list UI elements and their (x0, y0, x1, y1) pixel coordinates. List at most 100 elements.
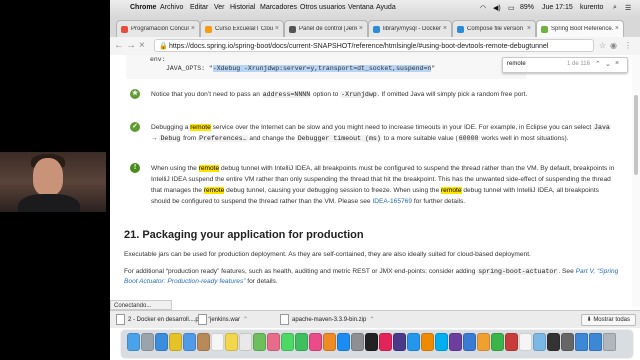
scrollbar[interactable] (632, 55, 640, 307)
tip-text: Debugging a remote service over the Inte… (151, 124, 611, 142)
battery-percent: 89% (520, 4, 535, 11)
menu-historial[interactable]: Historial (230, 4, 255, 11)
show-all-downloads-button[interactable]: ⬇ Mostrar todas (580, 314, 636, 326)
close-icon[interactable]: × (359, 25, 363, 32)
menu-ver[interactable]: Ver (214, 4, 225, 11)
idea-issue-link[interactable]: IDEA-165769 (372, 198, 412, 205)
maps-icon[interactable] (253, 333, 266, 351)
download-shelf: 2 - Docker en desarroll....pdf ⌃ jenkins.… (110, 310, 640, 328)
menu-marcadores[interactable]: Marcadores (260, 4, 297, 11)
eclipse-icon[interactable] (393, 333, 406, 351)
volume-icon[interactable]: ◀) (493, 4, 501, 12)
battery-icon[interactable]: ▭ (508, 4, 515, 12)
mail-icon[interactable] (183, 333, 196, 351)
section-heading: 21. Packaging your application for produ… (124, 229, 364, 241)
page-content: env: JAVA_OPTS: "-Xdebug -Xrunjdwp:serve… (110, 55, 640, 307)
tab-label: Compose file version 2... (467, 26, 525, 32)
finder-icon[interactable] (127, 333, 140, 351)
back-icon[interactable]: ← (114, 40, 124, 51)
close-icon[interactable]: × (615, 60, 619, 67)
clock[interactable]: Jue 17:15 (542, 4, 573, 11)
forward-icon[interactable]: → (126, 40, 136, 51)
presenter-shirt (18, 194, 80, 212)
status-bubble: Conectando... (110, 300, 172, 310)
docker-icon[interactable] (407, 333, 420, 351)
textedit-icon[interactable] (519, 333, 532, 351)
ibooks-icon[interactable] (323, 333, 336, 351)
search-icon[interactable]: ⌕ (613, 4, 617, 12)
user-name[interactable]: kurento (580, 4, 603, 11)
menu-list-icon[interactable]: ☰ (625, 4, 631, 12)
tab-spring-boot[interactable]: Spring Boot Reference... × (536, 20, 624, 38)
pdf-file-icon (116, 314, 125, 325)
wifi-icon[interactable]: ◠ (480, 4, 486, 12)
slack-icon[interactable] (449, 333, 462, 351)
menu-otros-usuarios[interactable]: Otros usuarios (300, 4, 346, 11)
safari-icon[interactable] (155, 333, 168, 351)
chrome-menu-icon[interactable]: ⋮ (624, 41, 632, 50)
terminal-icon[interactable] (365, 333, 378, 351)
launchpad-icon[interactable] (141, 333, 154, 351)
skype-icon[interactable] (435, 333, 448, 351)
notes-icon[interactable] (225, 333, 238, 351)
menu-ayuda[interactable]: Ayuda (376, 4, 396, 11)
chevron-down-icon[interactable]: ⌃ (243, 317, 248, 323)
menu-editar[interactable]: Editar (190, 4, 208, 11)
chevron-down-icon[interactable]: ⌄ (605, 60, 611, 68)
documents-folder-icon[interactable] (589, 333, 602, 351)
tab-favicon (289, 26, 296, 33)
screenflow-icon[interactable] (505, 333, 518, 351)
tab-compose[interactable]: Compose file version 2... × (452, 20, 536, 38)
contacts-icon[interactable] (197, 333, 210, 351)
find-count: 1 de 116 (567, 61, 590, 67)
appstore-icon[interactable] (337, 333, 350, 351)
messages-icon[interactable] (281, 333, 294, 351)
stop-icon[interactable]: × (139, 40, 145, 51)
warning-icon: ! (130, 163, 140, 173)
tab-docker-mysql[interactable]: library/mysql - Docker... × (368, 20, 452, 38)
activity-icon[interactable] (547, 333, 560, 351)
tab-programacion[interactable]: Programación Concurre... × (116, 20, 200, 38)
close-icon[interactable]: × (615, 25, 619, 32)
keynote-icon[interactable] (463, 333, 476, 351)
download-item[interactable]: jenkins.war ⌃ (198, 314, 248, 325)
intellij-icon[interactable] (379, 333, 392, 351)
close-icon[interactable]: × (191, 25, 195, 32)
chevron-up-icon[interactable]: ⌃ (595, 60, 601, 68)
reminders-icon[interactable] (239, 333, 252, 351)
menu-app-name[interactable]: Chrome (130, 4, 156, 11)
menu-ventana[interactable]: Ventana (348, 4, 374, 11)
calendar-icon[interactable] (211, 333, 224, 351)
download-item[interactable]: apache-maven-3.3.9-bin.zip ⌃ (280, 314, 374, 325)
photos-icon[interactable] (267, 333, 280, 351)
preferences-icon[interactable] (351, 333, 364, 351)
pages-icon[interactable] (477, 333, 490, 351)
chevron-down-icon[interactable]: ⌃ (369, 317, 374, 323)
bookmark-star-icon[interactable]: ☆ (599, 41, 606, 50)
close-icon[interactable]: × (527, 25, 531, 32)
find-bar: remote 1 de 116 ⌃ ⌄ × (502, 57, 628, 73)
find-input[interactable]: remote (507, 61, 526, 67)
downloads-folder-icon[interactable] (575, 333, 588, 351)
lock-icon: 🔒 (159, 43, 168, 50)
extension-icon[interactable]: ◉ (610, 41, 617, 50)
facetime-icon[interactable] (295, 333, 308, 351)
numbers-icon[interactable] (491, 333, 504, 351)
tab-jenkins[interactable]: Panel de control [Jenki... × (284, 20, 368, 38)
scrollbar-thumb[interactable] (634, 95, 638, 175)
trash-icon[interactable] (603, 333, 616, 351)
preview-icon[interactable] (533, 333, 546, 351)
code-block: env: JAVA_OPTS: "-Xdebug -Xrunjdwp:serve… (126, 55, 526, 79)
close-icon[interactable]: × (275, 25, 279, 32)
code-line: JAVA_OPTS: "-Xdebug -Xrunjdwp:server=y,t… (166, 65, 435, 72)
url-field[interactable]: 🔒 https://docs.spring.io/spring-boot/doc… (154, 39, 594, 52)
vlc-icon[interactable] (421, 333, 434, 351)
menu-archivo[interactable]: Archivo (160, 4, 183, 11)
chrome-icon[interactable] (169, 333, 182, 351)
close-icon[interactable]: × (443, 25, 447, 32)
tab-label: library/mysql - Docker... (383, 26, 441, 32)
itunes-icon[interactable] (309, 333, 322, 351)
console-icon[interactable] (561, 333, 574, 351)
tab-curso[interactable]: Curso ExcuelaIT Clou... × (200, 20, 284, 38)
tab-favicon (457, 26, 464, 33)
